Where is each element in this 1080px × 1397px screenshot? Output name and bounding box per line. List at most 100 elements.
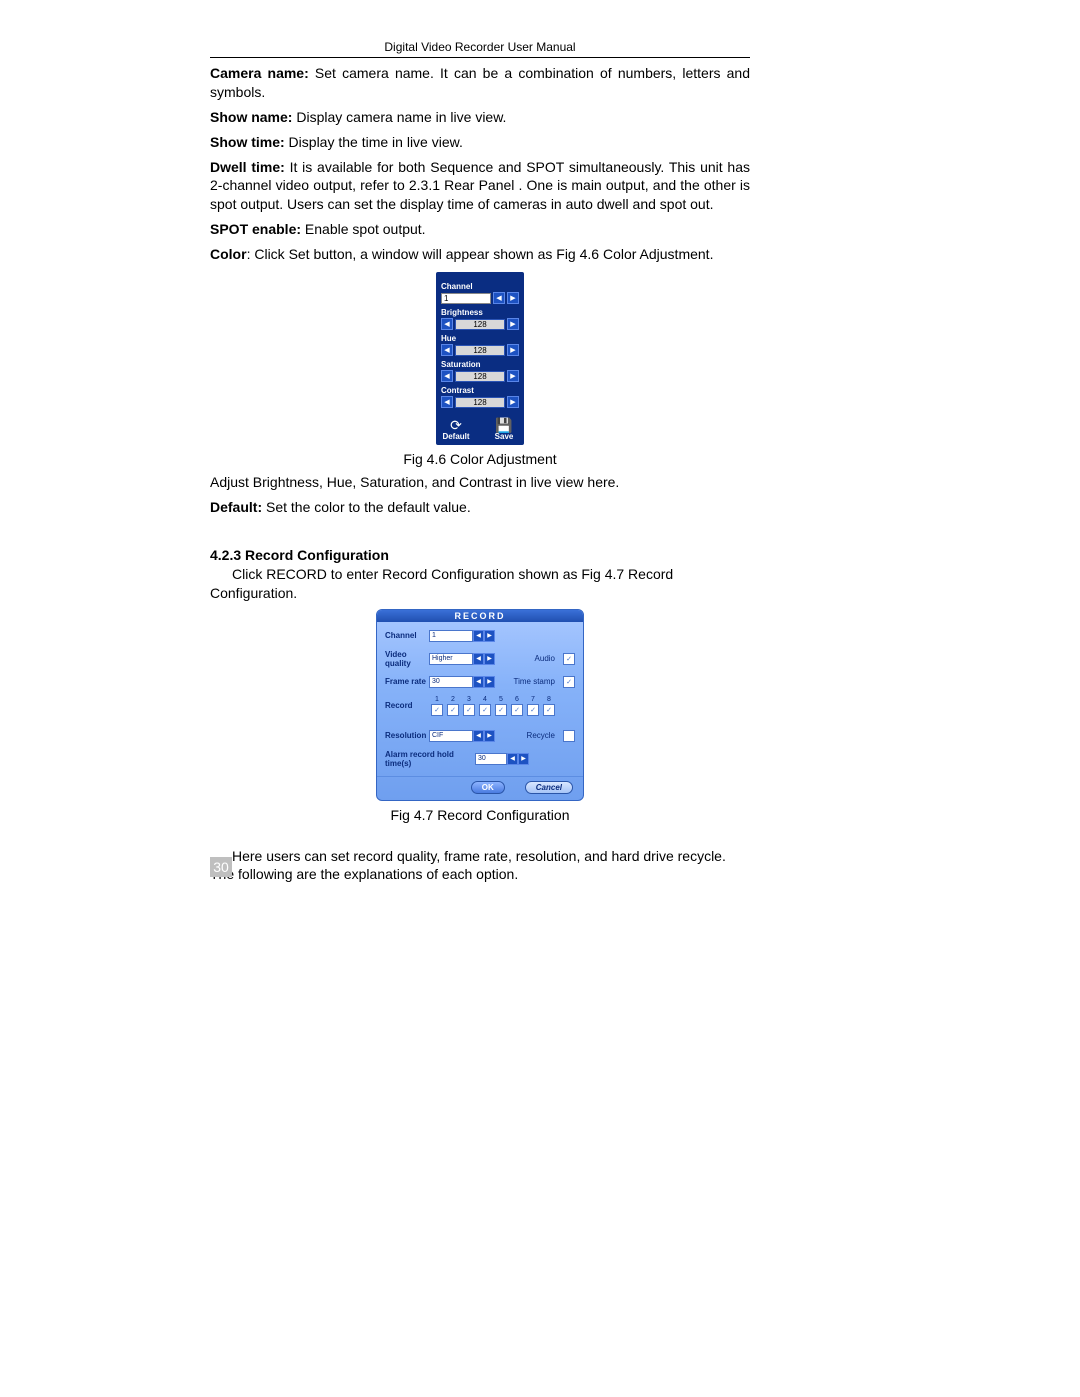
save-button[interactable]: 💾 Save xyxy=(489,418,519,441)
rec-ch-num: 8 xyxy=(547,696,551,703)
rec-frame-rate-label: Frame rate xyxy=(385,677,429,686)
brightness-right-arrow-icon[interactable]: ▶ xyxy=(507,318,519,330)
rec-time-stamp-label: Time stamp xyxy=(514,677,556,686)
rec-frame-rate-value[interactable]: 30 xyxy=(429,676,473,688)
rec-video-quality-value[interactable]: Higher xyxy=(429,653,473,665)
rec-resolution-left-arrow-icon[interactable]: ◀ xyxy=(473,730,484,742)
cancel-button[interactable]: Cancel xyxy=(525,781,573,794)
saturation-value[interactable]: 128 xyxy=(455,371,505,382)
contrast-left-arrow-icon[interactable]: ◀ xyxy=(441,396,453,408)
def-color: Color: Click Set button, a window will a… xyxy=(210,245,750,264)
rec-ch-num: 4 xyxy=(483,696,487,703)
rec-audio-checkbox[interactable]: ✓ xyxy=(563,653,575,665)
rec-ch3-checkbox[interactable]: ✓ xyxy=(463,704,475,716)
label: Default: xyxy=(210,499,262,515)
section-423-title: 4.2.3 Record Configuration xyxy=(210,547,750,563)
label: Color xyxy=(210,246,247,262)
rec-resolution-label: Resolution xyxy=(385,731,429,740)
record-panel-title: RECORD xyxy=(377,610,583,622)
label: Camera name: xyxy=(210,65,309,81)
rec-ch5-checkbox[interactable]: ✓ xyxy=(495,704,507,716)
text: Display the time in live view. xyxy=(285,134,463,150)
text: It is available for both Sequence and SP… xyxy=(210,159,750,213)
def-show-time: Show time: Display the time in live view… xyxy=(210,133,750,152)
color-adjustment-panel: Channel 1 ◀ ▶ Brightness ◀ 128 ▶ Hue ◀ 1… xyxy=(436,272,524,445)
saturation-left-arrow-icon[interactable]: ◀ xyxy=(441,370,453,382)
section-423-intro: Click RECORD to enter Record Configurati… xyxy=(210,565,750,603)
rec-channel-left-arrow-icon[interactable]: ◀ xyxy=(473,630,484,642)
label: Show time: xyxy=(210,134,285,150)
rec-alarm-hold-label: Alarm record hold time(s) xyxy=(385,750,475,768)
rec-channel-right-arrow-icon[interactable]: ▶ xyxy=(484,630,495,642)
rec-ch6-checkbox[interactable]: ✓ xyxy=(511,704,523,716)
rec-ch2-checkbox[interactable]: ✓ xyxy=(447,704,459,716)
rec-video-quality-label: Video quality xyxy=(385,650,429,668)
label: Dwell time: xyxy=(210,159,285,175)
rec-alarm-hold-right-arrow-icon[interactable]: ▶ xyxy=(518,753,529,765)
rec-ch7-checkbox[interactable]: ✓ xyxy=(527,704,539,716)
rec-video-quality-right-arrow-icon[interactable]: ▶ xyxy=(484,653,495,665)
rec-channel-label: Channel xyxy=(385,631,429,640)
hue-right-arrow-icon[interactable]: ▶ xyxy=(507,344,519,356)
record-config-panel: RECORD Channel 1 ◀ ▶ Video quality Highe… xyxy=(376,609,584,801)
rec-resolution-value[interactable]: CIF xyxy=(429,730,473,742)
rec-ch-num: 2 xyxy=(451,696,455,703)
brightness-value[interactable]: 128 xyxy=(455,319,505,330)
text: Set the color to the default value. xyxy=(262,499,471,515)
contrast-value[interactable]: 128 xyxy=(455,397,505,408)
fig46-after-text: Adjust Brightness, Hue, Saturation, and … xyxy=(210,473,750,492)
rec-ch-num: 6 xyxy=(515,696,519,703)
label: SPOT enable: xyxy=(210,221,301,237)
default-line: Default: Set the color to the default va… xyxy=(210,498,750,517)
rec-alarm-hold-left-arrow-icon[interactable]: ◀ xyxy=(507,753,518,765)
def-spot-enable: SPOT enable: Enable spot output. xyxy=(210,220,750,239)
rec-ch4-checkbox[interactable]: ✓ xyxy=(479,704,491,716)
rec-frame-rate-left-arrow-icon[interactable]: ◀ xyxy=(473,676,484,688)
rec-audio-label: Audio xyxy=(535,654,555,663)
rec-ch1-checkbox[interactable]: ✓ xyxy=(431,704,443,716)
rec-resolution-right-arrow-icon[interactable]: ▶ xyxy=(484,730,495,742)
hue-label: Hue xyxy=(441,334,519,343)
saturation-right-arrow-icon[interactable]: ▶ xyxy=(507,370,519,382)
def-dwell-time: Dwell time: It is available for both Seq… xyxy=(210,158,750,215)
save-icon: 💾 xyxy=(489,418,519,432)
fig46-caption: Fig 4.6 Color Adjustment xyxy=(210,451,750,467)
default-button[interactable]: ⟳ Default xyxy=(441,418,471,441)
ok-button[interactable]: OK xyxy=(471,781,505,794)
channel-label: Channel xyxy=(441,282,519,291)
label: Show name: xyxy=(210,109,292,125)
channel-left-arrow-icon[interactable]: ◀ xyxy=(493,292,505,304)
hue-left-arrow-icon[interactable]: ◀ xyxy=(441,344,453,356)
reset-icon: ⟳ xyxy=(441,418,471,432)
contrast-label: Contrast xyxy=(441,386,519,395)
text: Enable spot output. xyxy=(301,221,426,237)
rec-ch-num: 1 xyxy=(435,696,439,703)
def-show-name: Show name: Display camera name in live v… xyxy=(210,108,750,127)
rec-frame-rate-right-arrow-icon[interactable]: ▶ xyxy=(484,676,495,688)
rec-channel-checkboxes: 1✓ 2✓ 3✓ 4✓ 5✓ 6✓ 7✓ 8✓ xyxy=(431,696,555,716)
text: : Click Set button, a window will appear… xyxy=(247,246,714,262)
rec-ch-num: 3 xyxy=(467,696,471,703)
save-button-label: Save xyxy=(489,432,519,441)
rec-ch8-checkbox[interactable]: ✓ xyxy=(543,704,555,716)
page-header: Digital Video Recorder User Manual xyxy=(210,40,750,58)
hue-value[interactable]: 128 xyxy=(455,345,505,356)
text: Display camera name in live view. xyxy=(292,109,506,125)
default-button-label: Default xyxy=(441,432,471,441)
brightness-left-arrow-icon[interactable]: ◀ xyxy=(441,318,453,330)
def-camera-name: Camera name: Set camera name. It can be … xyxy=(210,64,750,102)
rec-time-stamp-checkbox[interactable]: ✓ xyxy=(563,676,575,688)
channel-value[interactable]: 1 xyxy=(441,293,491,304)
fig47-caption: Fig 4.7 Record Configuration xyxy=(210,807,750,823)
saturation-label: Saturation xyxy=(441,360,519,369)
rec-video-quality-left-arrow-icon[interactable]: ◀ xyxy=(473,653,484,665)
rec-record-label: Record xyxy=(385,701,429,710)
closing-text: Here users can set record quality, frame… xyxy=(210,847,750,885)
contrast-right-arrow-icon[interactable]: ▶ xyxy=(507,396,519,408)
channel-right-arrow-icon[interactable]: ▶ xyxy=(507,292,519,304)
rec-channel-value[interactable]: 1 xyxy=(429,630,473,642)
rec-alarm-hold-value[interactable]: 30 xyxy=(475,753,507,765)
rec-ch-num: 7 xyxy=(531,696,535,703)
rec-recycle-checkbox[interactable] xyxy=(563,730,575,742)
brightness-label: Brightness xyxy=(441,308,519,317)
